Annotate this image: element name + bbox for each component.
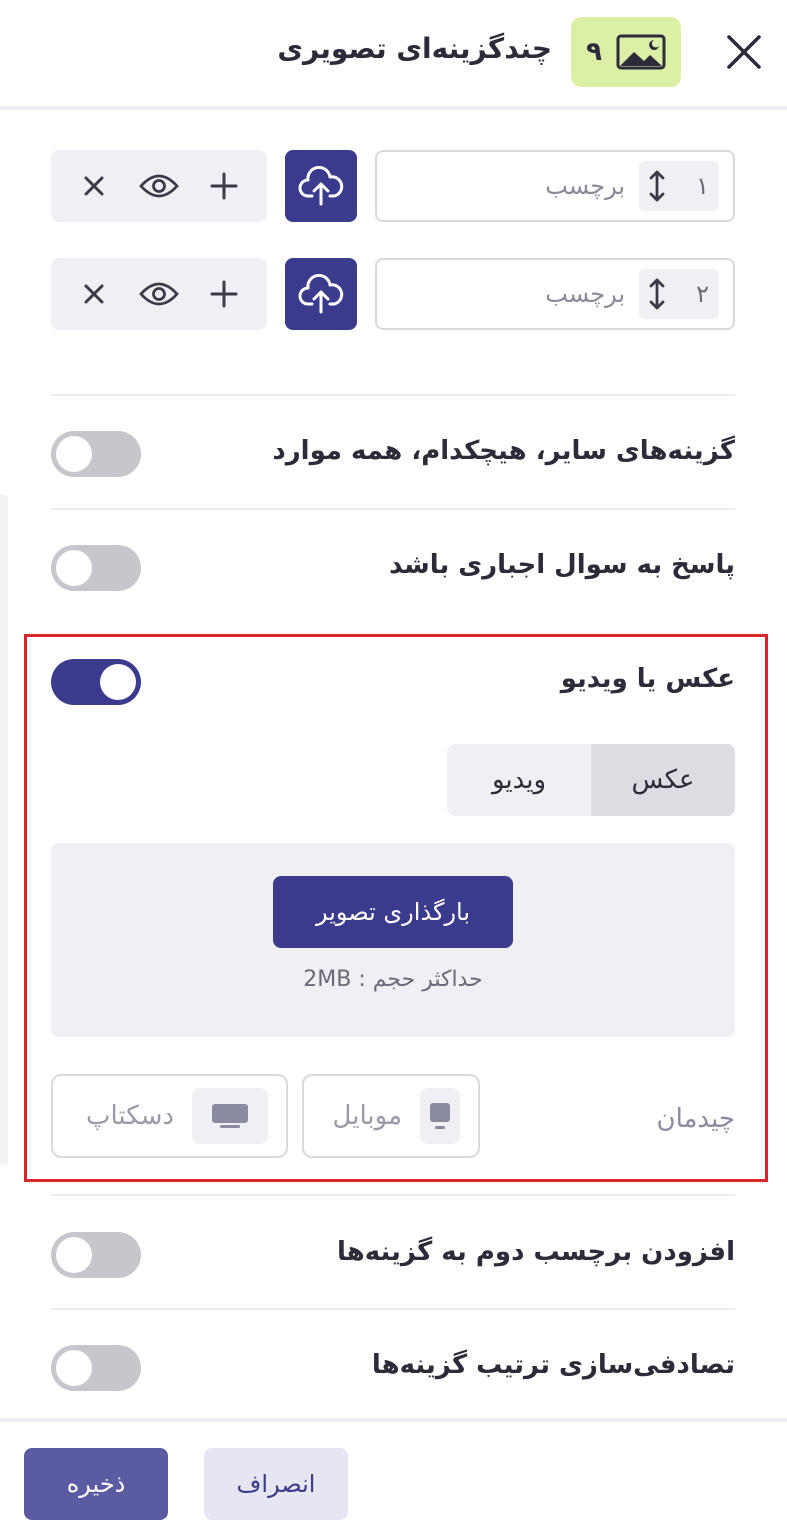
divider xyxy=(51,508,735,510)
upload-panel: بارگذاری تصویر حداکثر حجم : 2MB xyxy=(51,843,735,1037)
desktop-icon-box xyxy=(192,1088,268,1144)
dialog-header: ۹ چندگزینه‌ای تصویری xyxy=(0,0,787,110)
randomize-label: تصادفی‌سازی ترتیب گزینه‌ها xyxy=(371,1350,735,1380)
layout-option-label: موبایل xyxy=(332,1101,402,1131)
toggle-knob xyxy=(56,1350,92,1386)
option-label-field: ۲ xyxy=(375,258,735,330)
layout-option-desktop[interactable]: دسکتاپ xyxy=(51,1074,288,1158)
toggle-knob xyxy=(100,664,136,700)
add-option-button[interactable] xyxy=(204,274,244,314)
media-label: عکس یا ویدیو xyxy=(560,664,735,694)
option-label-input[interactable] xyxy=(445,172,625,200)
tab-video[interactable]: ویدیو xyxy=(447,744,591,816)
required-toggle[interactable] xyxy=(51,545,141,591)
layout-label: چیدمان xyxy=(656,1104,735,1134)
desktop-icon xyxy=(212,1104,248,1128)
remove-option-button[interactable] xyxy=(74,166,114,206)
option-label-input[interactable] xyxy=(445,280,625,308)
required-label: پاسخ به سوال اجباری باشد xyxy=(389,550,735,580)
remove-option-button[interactable] xyxy=(74,274,114,314)
option-actions xyxy=(51,150,267,222)
layout-option-mobile[interactable]: موبایل xyxy=(302,1074,480,1158)
close-button[interactable] xyxy=(722,30,766,74)
option-order-handle[interactable]: ۱ xyxy=(639,161,719,211)
option-actions xyxy=(51,258,267,330)
upload-image-button[interactable]: بارگذاری تصویر xyxy=(273,876,513,948)
dialog-title: چندگزینه‌ای تصویری xyxy=(277,32,552,65)
option-order-number: ۲ xyxy=(696,280,709,308)
media-type-tabs: عکس ویدیو xyxy=(447,744,735,816)
other-options-label: گزینه‌های سایر، هیچکدام، همه موارد xyxy=(272,436,735,466)
divider xyxy=(51,394,735,396)
tab-image[interactable]: عکس xyxy=(591,744,735,816)
max-size-text: حداکثر حجم : 2MB xyxy=(303,967,483,992)
image-icon xyxy=(616,34,666,70)
question-number: ۹ xyxy=(586,37,602,67)
scroll-track xyxy=(0,495,8,1165)
option-order-number: ۱ xyxy=(696,172,709,200)
preview-option-button[interactable] xyxy=(139,274,179,314)
toggle-knob xyxy=(56,1237,92,1273)
close-icon[interactable] xyxy=(722,30,766,74)
upload-option-image-button[interactable] xyxy=(285,258,357,330)
toggle-knob xyxy=(56,436,92,472)
eye-icon xyxy=(139,174,179,198)
preview-option-button[interactable] xyxy=(139,166,179,206)
eye-icon xyxy=(139,282,179,306)
option-order-handle[interactable]: ۲ xyxy=(639,269,719,319)
layout-option-label: دسکتاپ xyxy=(86,1101,174,1131)
x-icon xyxy=(84,176,104,196)
plus-icon xyxy=(210,172,238,200)
mobile-icon xyxy=(430,1103,450,1129)
other-options-toggle[interactable] xyxy=(51,431,141,477)
media-toggle[interactable] xyxy=(51,659,141,705)
mobile-icon-box xyxy=(420,1088,460,1144)
toggle-knob xyxy=(56,550,92,586)
dialog-footer: ذخیره انصراف xyxy=(0,1418,787,1527)
updown-arrow-icon xyxy=(649,170,665,202)
option-row: ۱ xyxy=(51,150,735,222)
cloud-upload-icon xyxy=(298,274,344,314)
second-label-label: افزودن برچسب دوم به گزینه‌ها xyxy=(337,1237,735,1267)
divider xyxy=(51,1194,735,1196)
plus-icon xyxy=(210,280,238,308)
option-row: ۲ xyxy=(51,258,735,330)
save-button[interactable]: ذخیره xyxy=(24,1448,168,1520)
question-type-badge: ۹ xyxy=(571,17,681,87)
randomize-toggle[interactable] xyxy=(51,1345,141,1391)
divider xyxy=(51,1308,735,1310)
second-label-toggle[interactable] xyxy=(51,1232,141,1278)
cloud-upload-icon xyxy=(298,166,344,206)
add-option-button[interactable] xyxy=(204,166,244,206)
updown-arrow-icon xyxy=(649,278,665,310)
cancel-button[interactable]: انصراف xyxy=(204,1448,348,1520)
option-label-field: ۱ xyxy=(375,150,735,222)
x-icon xyxy=(84,284,104,304)
upload-option-image-button[interactable] xyxy=(285,150,357,222)
